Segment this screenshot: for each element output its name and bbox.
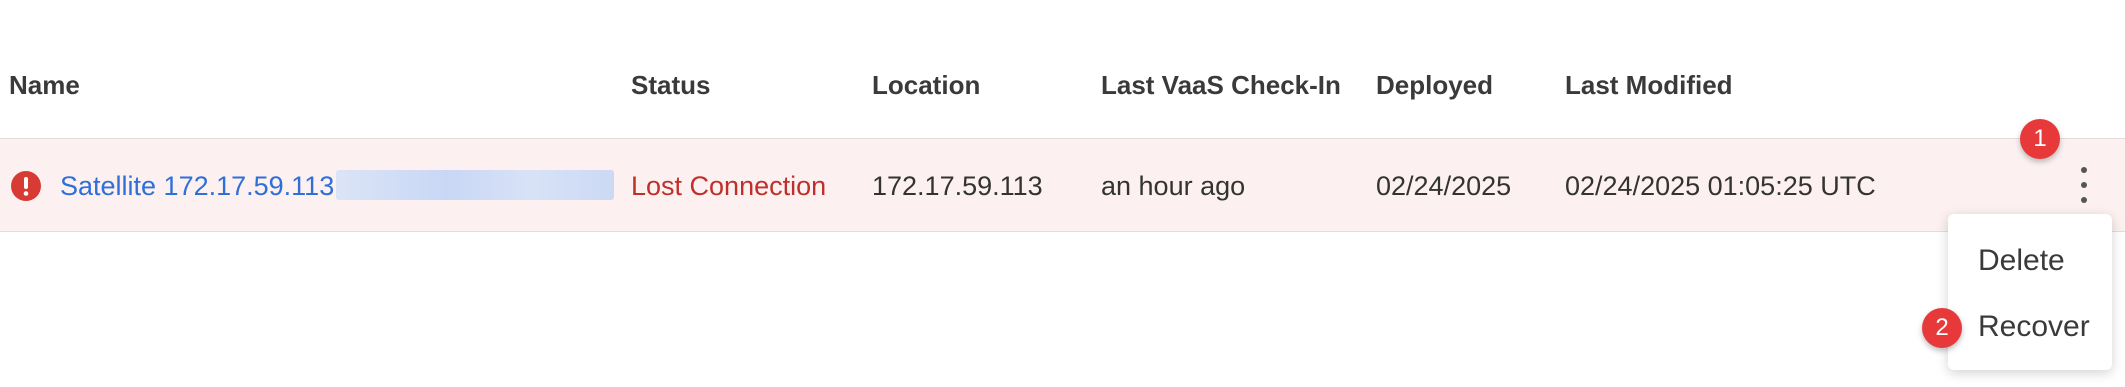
column-header-deployed[interactable]: Deployed (1376, 70, 1493, 101)
status-cell: Lost Connection (631, 171, 827, 201)
column-header-location[interactable]: Location (872, 70, 980, 101)
step-marker-1: 1 (2020, 119, 2060, 159)
menu-item-delete[interactable]: Delete (1978, 244, 2065, 278)
table-row[interactable]: Satellite 172.17.59.113 Lost Connection … (0, 138, 2125, 232)
last-modified-cell: 02/24/2025 01:05:25 UTC (1565, 171, 1876, 201)
error-icon (11, 171, 41, 201)
row-actions-menu: Delete Recover (1948, 214, 2112, 370)
step-marker-2: 2 (1922, 308, 1962, 348)
column-header-name[interactable]: Name (9, 70, 80, 101)
row-actions-kebab-icon[interactable] (2070, 163, 2098, 207)
menu-item-recover[interactable]: Recover (1978, 310, 2090, 344)
location-cell: 172.17.59.113 (872, 171, 1043, 201)
deployed-cell: 02/24/2025 (1376, 171, 1512, 201)
column-header-last-modified[interactable]: Last Modified (1565, 70, 1733, 101)
column-header-status[interactable]: Status (631, 70, 710, 101)
column-header-last-checkin[interactable]: Last VaaS Check-In (1101, 70, 1341, 101)
redacted-text (336, 170, 614, 200)
last-checkin-cell: an hour ago (1101, 171, 1246, 201)
table-header: Name Status Location Last VaaS Check-In … (0, 70, 2125, 138)
satellite-name-link[interactable]: Satellite 172.17.59.113 (60, 171, 334, 202)
